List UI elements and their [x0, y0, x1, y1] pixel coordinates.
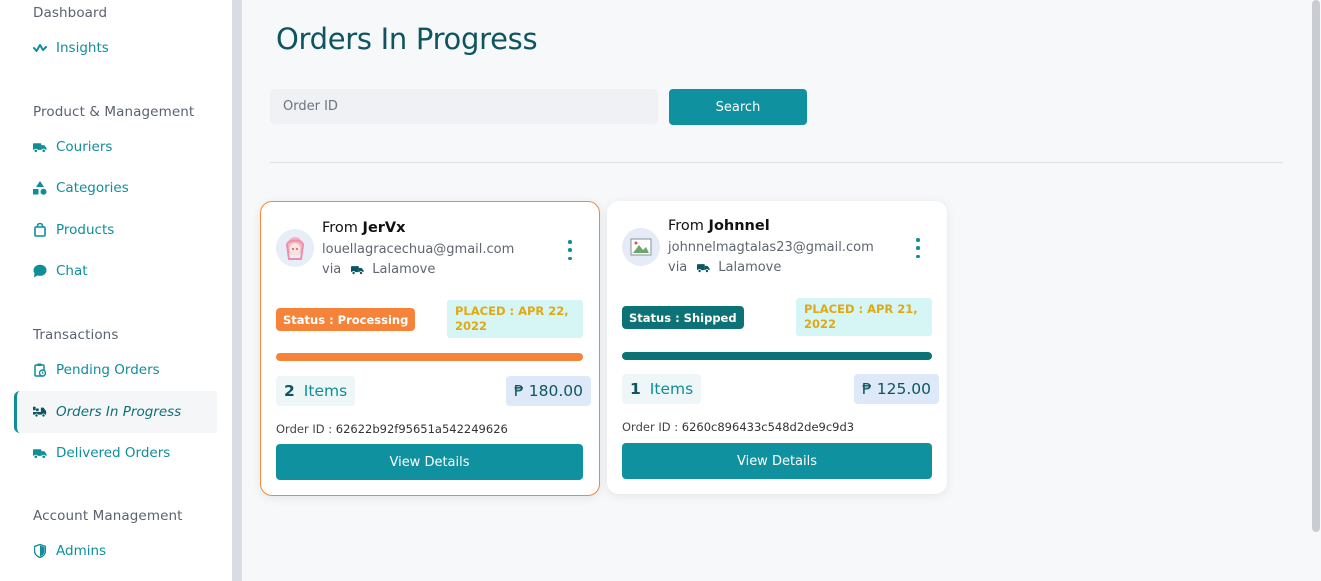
- order-id-value: 62622b92f95651a542249626: [335, 422, 508, 436]
- order-id-label: Order ID :: [622, 420, 679, 434]
- sidebar-item-label: Insights: [56, 40, 109, 56]
- from-line: From Johnnel: [668, 218, 770, 234]
- courier-name: Lalamove: [718, 260, 782, 275]
- truck-icon: [33, 140, 47, 154]
- shapes-icon: [33, 181, 47, 195]
- sidebar-section-product-management: Product & Management: [33, 104, 195, 120]
- order-card: From Johnnel johnnelmagtalas23@gmail.com…: [607, 201, 947, 494]
- sidebar-item-admins[interactable]: Admins: [14, 530, 217, 572]
- avatar: [622, 228, 660, 266]
- items-count: 1 Items: [622, 374, 702, 404]
- sidebar-item-categories[interactable]: Categories: [14, 167, 217, 209]
- truck-icon: [33, 446, 47, 460]
- customer-email: louellagracechua@gmail.com: [322, 242, 515, 257]
- shield-icon: [33, 544, 47, 558]
- courier-line: via Lalamove: [668, 260, 781, 275]
- from-prefix: From: [322, 220, 358, 236]
- items-number: 2: [284, 382, 295, 400]
- placed-date-badge: PLACED : APR 22, 2022: [447, 300, 583, 338]
- view-details-button[interactable]: View Details: [276, 444, 583, 480]
- order-id: Order ID : 62622b92f95651a542249626: [276, 422, 508, 436]
- placed-date-badge: PLACED : APR 21, 2022: [796, 298, 932, 336]
- customer-email: johnnelmagtalas23@gmail.com: [668, 240, 874, 255]
- via-label: via: [668, 260, 688, 275]
- from-line: From JerVx: [322, 220, 406, 236]
- order-price: ₱ 125.00: [854, 374, 940, 404]
- page-scrollbar[interactable]: [1312, 0, 1320, 532]
- status-badge: Status : Processing: [276, 308, 416, 331]
- items-label: Items: [649, 380, 694, 398]
- sidebar-item-insights[interactable]: Insights: [14, 27, 217, 69]
- items-number: 1: [630, 380, 641, 398]
- sidebar-item-label: Delivered Orders: [56, 445, 171, 461]
- sidebar: Dashboard Insights Product & Management …: [0, 0, 232, 581]
- sidebar-item-products[interactable]: Products: [14, 209, 217, 251]
- sidebar-item-label: Couriers: [56, 139, 113, 155]
- courier-line: via Lalamove: [322, 262, 435, 277]
- customer-name: JerVx: [362, 220, 406, 236]
- sidebar-section-dashboard: Dashboard: [33, 5, 108, 21]
- via-label: via: [322, 262, 342, 277]
- customer-name: Johnnel: [708, 218, 770, 234]
- truck-icon: [351, 265, 364, 275]
- order-id-search-input[interactable]: [270, 89, 658, 124]
- sidebar-item-delivered-orders[interactable]: Delivered Orders: [14, 432, 217, 474]
- truck-icon: [697, 263, 710, 273]
- order-id-label: Order ID :: [276, 422, 333, 436]
- order-card: From JerVx louellagracechua@gmail.com vi…: [260, 201, 600, 496]
- from-prefix: From: [668, 218, 704, 234]
- items-count: 2 Items: [276, 376, 356, 406]
- sidebar-item-couriers[interactable]: Couriers: [14, 126, 217, 168]
- chat-bubble-icon: [33, 264, 47, 278]
- progress-bar: [622, 352, 932, 360]
- sidebar-item-pending-orders[interactable]: Pending Orders: [14, 349, 217, 391]
- sidebar-item-chat[interactable]: Chat: [14, 250, 217, 292]
- order-id: Order ID : 6260c896433c548d2de9c9d3: [622, 420, 854, 434]
- sidebar-item-label: Products: [56, 222, 115, 238]
- bag-icon: [33, 223, 47, 237]
- divider: [270, 162, 1283, 163]
- truck-loading-icon: [33, 405, 47, 419]
- sidebar-item-orders-in-progress[interactable]: Orders In Progress: [14, 391, 217, 433]
- sidebar-section-account-management: Account Management: [33, 508, 183, 524]
- search-button[interactable]: Search: [669, 89, 807, 125]
- order-id-value: 6260c896433c548d2de9c9d3: [681, 420, 855, 434]
- sidebar-item-label: Pending Orders: [56, 362, 160, 378]
- courier-name: Lalamove: [372, 262, 436, 277]
- sidebar-item-label: Chat: [56, 263, 88, 279]
- page-title: Orders In Progress: [276, 22, 538, 56]
- sidebar-item-label: Orders In Progress: [56, 404, 182, 420]
- order-price: ₱ 180.00: [506, 376, 592, 406]
- sidebar-item-label: Admins: [56, 543, 107, 559]
- insights-icon: [33, 41, 47, 55]
- more-options-icon[interactable]: [563, 240, 577, 260]
- sidebar-section-transactions: Transactions: [33, 327, 119, 343]
- status-badge: Status : Shipped: [622, 306, 744, 329]
- sidebar-scrollbar[interactable]: [232, 0, 242, 581]
- clipboard-clock-icon: [33, 363, 47, 377]
- items-label: Items: [303, 382, 348, 400]
- more-options-icon[interactable]: [911, 238, 925, 258]
- view-details-button[interactable]: View Details: [622, 443, 932, 479]
- progress-bar: [276, 353, 583, 361]
- avatar: [276, 229, 314, 267]
- sidebar-item-label: Categories: [56, 180, 129, 196]
